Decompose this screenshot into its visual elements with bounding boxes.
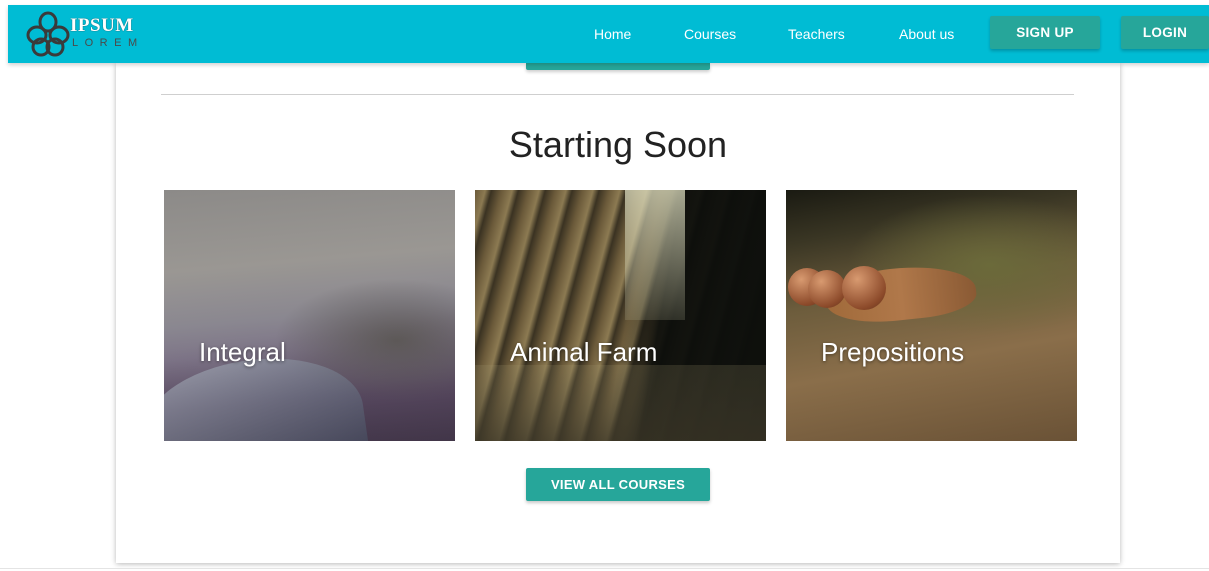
starting-soon-card: Starting Soon Integral Animal Farm Prepo… xyxy=(116,63,1120,563)
course-tile-animal-farm[interactable]: Animal Farm xyxy=(475,190,766,441)
brand-logo[interactable]: IPSUM LOREM xyxy=(25,11,155,57)
flower-logo-icon xyxy=(26,11,70,57)
course-title: Prepositions xyxy=(821,337,965,367)
nav-link-courses[interactable]: Courses xyxy=(684,26,736,42)
course-title: Integral xyxy=(199,337,286,367)
sign-up-button[interactable]: SIGN UP xyxy=(990,16,1100,49)
floor-image xyxy=(475,365,766,441)
nav-link-teachers[interactable]: Teachers xyxy=(788,26,845,42)
previous-section-button[interactable] xyxy=(526,63,710,70)
login-button[interactable]: LOGIN xyxy=(1121,16,1209,49)
course-tile-integral[interactable]: Integral xyxy=(164,190,455,441)
brand-name: IPSUM xyxy=(70,15,134,36)
navbar: IPSUM LOREM Home Courses Teachers About … xyxy=(8,5,1209,63)
course-tile-prepositions[interactable]: Prepositions xyxy=(786,190,1077,441)
nut-image xyxy=(808,270,846,308)
window-light-image xyxy=(625,190,685,320)
brand-subtitle: LOREM xyxy=(72,37,144,49)
page-bottom-divider xyxy=(0,568,1209,569)
nut-image xyxy=(842,266,886,310)
section-divider xyxy=(161,94,1074,95)
view-all-courses-button[interactable]: VIEW ALL COURSES xyxy=(526,468,710,501)
section-title: Starting Soon xyxy=(508,124,728,165)
course-title: Animal Farm xyxy=(510,337,658,367)
nav-link-home[interactable]: Home xyxy=(594,26,631,42)
nav-link-about-us[interactable]: About us xyxy=(899,26,954,42)
